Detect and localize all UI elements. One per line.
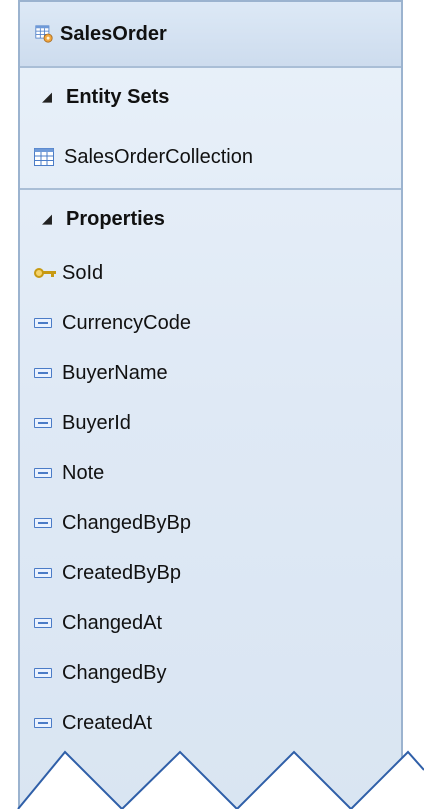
entity-sets-section-header[interactable]: ◢ Entity Sets — [20, 68, 401, 126]
property-label: ChangedAt — [62, 611, 163, 634]
property-row[interactable]: ChangedAt — [20, 598, 401, 648]
property-label: SoId — [62, 261, 104, 284]
entity-header[interactable]: SalesOrder — [20, 2, 401, 68]
property-row[interactable]: Note — [20, 448, 401, 498]
collapse-caret-icon[interactable]: ◢ — [42, 89, 66, 105]
property-icon — [34, 718, 52, 728]
entity-title: SalesOrder — [60, 22, 167, 45]
property-icon — [34, 518, 52, 528]
property-label: ChangedBy — [62, 661, 167, 684]
property-icon — [34, 618, 52, 628]
property-row[interactable]: CreatedAt — [20, 698, 401, 748]
property-icon — [34, 368, 52, 378]
property-label: CreatedAt — [62, 711, 153, 734]
property-row[interactable]: SoId — [20, 248, 401, 298]
properties-section-header[interactable]: ◢ Properties — [20, 190, 401, 248]
entity-type-icon — [35, 25, 53, 43]
property-row[interactable]: ChangedBy — [20, 648, 401, 698]
property-row[interactable]: BuyerId — [20, 398, 401, 448]
entity-set-item[interactable]: SalesOrderCollection — [20, 126, 401, 188]
property-label: Note — [62, 461, 105, 484]
property-label: BuyerId — [62, 411, 131, 434]
property-row[interactable]: BuyerName — [20, 348, 401, 398]
property-icon — [34, 668, 52, 678]
property-icon — [34, 468, 52, 478]
property-row[interactable]: ChangedByBp — [20, 498, 401, 548]
entity-sets-label: Entity Sets — [66, 85, 170, 108]
key-icon — [34, 267, 56, 279]
property-label: CurrencyCode — [62, 311, 191, 334]
property-row[interactable]: CurrencyCode — [20, 298, 401, 348]
canvas: SalesOrder ◢ Entity Sets SalesOrderColle… — [0, 0, 424, 809]
entity-set-icon — [34, 148, 54, 166]
entity-set-label: SalesOrderCollection — [64, 145, 253, 168]
property-row[interactable]: CreatedByBp — [20, 548, 401, 598]
entity-box[interactable]: SalesOrder ◢ Entity Sets SalesOrderColle… — [18, 0, 403, 809]
property-label: BuyerName — [62, 361, 168, 384]
property-icon — [34, 318, 52, 328]
property-label: CreatedByBp — [62, 561, 181, 584]
property-label: ChangedByBp — [62, 511, 191, 534]
collapse-caret-icon[interactable]: ◢ — [42, 211, 66, 227]
property-icon — [34, 568, 52, 578]
property-icon — [34, 418, 52, 428]
properties-label: Properties — [66, 207, 165, 230]
